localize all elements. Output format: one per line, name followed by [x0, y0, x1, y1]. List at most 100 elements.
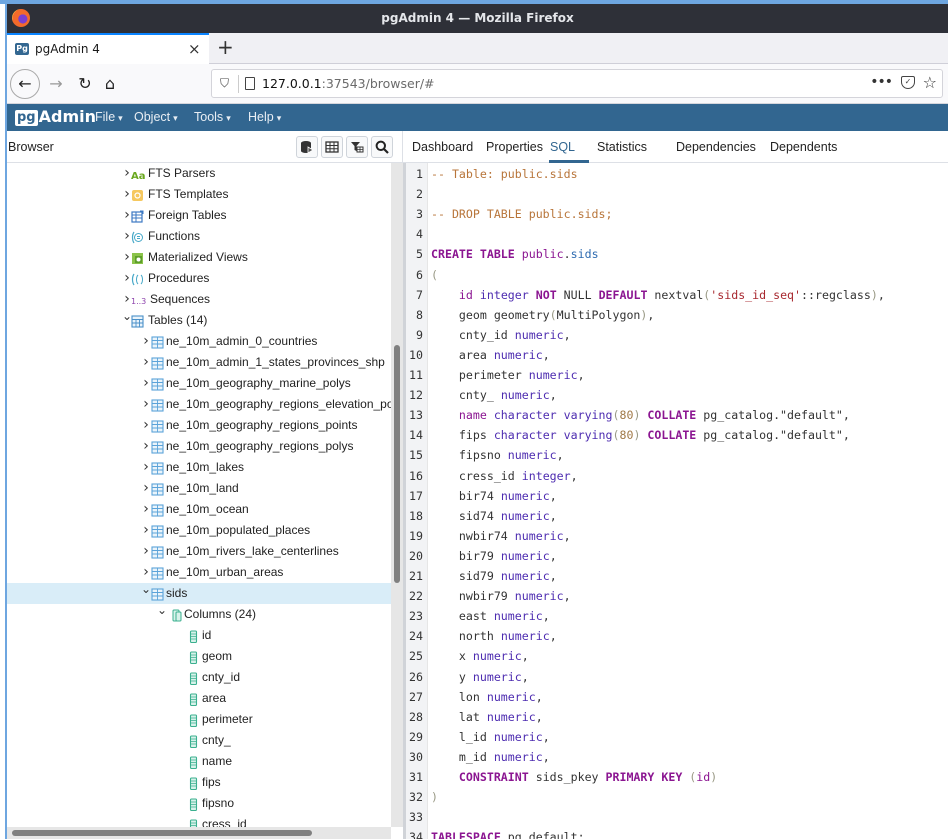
- tree-node[interactable]: › Procedures: [7, 268, 391, 289]
- code-line[interactable]: 18 sid74 numeric,: [403, 506, 948, 526]
- code-line[interactable]: 31 CONSTRAINT sids_pkey PRIMARY KEY (id): [403, 767, 948, 787]
- tree-node[interactable]: › ne_10m_geography_regions_elevation_poin…: [7, 394, 391, 415]
- chevron-right-icon[interactable]: ›: [141, 373, 151, 394]
- tree-node[interactable]: fipsno: [7, 793, 391, 814]
- code-line[interactable]: 9 cnty_id numeric,: [403, 325, 948, 345]
- code-line[interactable]: 5 CREATE TABLE public.sids: [403, 244, 948, 264]
- tree-node[interactable]: › ne_10m_geography_regions_polys: [7, 436, 391, 457]
- code-line[interactable]: 12 cnty_ numeric,: [403, 385, 948, 405]
- code-line[interactable]: 6(: [403, 265, 948, 285]
- pgadmin-logo[interactable]: pg Admin: [15, 108, 96, 126]
- code-line[interactable]: 8 geom geometry(MultiPolygon),: [403, 305, 948, 325]
- tree-node[interactable]: ⌄ sids: [7, 582, 391, 604]
- tree-node[interactable]: › ne_10m_geography_regions_points: [7, 415, 391, 436]
- tree-node[interactable]: › ne_10m_ocean: [7, 499, 391, 520]
- tree-node[interactable]: cnty_id: [7, 667, 391, 688]
- tree-node[interactable]: › Functions: [7, 226, 391, 247]
- chevron-right-icon[interactable]: ›: [141, 541, 151, 562]
- url-bar[interactable]: ⛉ 127.0.0.1:37543/browser/# ••• ✓ ☆: [211, 69, 943, 98]
- tab-dashboard[interactable]: Dashboard: [412, 140, 473, 154]
- code-line[interactable]: 32): [403, 787, 948, 807]
- chevron-right-icon[interactable]: ›: [141, 478, 151, 499]
- code-line[interactable]: 7 id integer NOT NULL DEFAULT nextval('s…: [403, 285, 948, 305]
- code-line[interactable]: 30 m_id numeric,: [403, 747, 948, 767]
- code-line[interactable]: 3 -- DROP TABLE public.sids;: [403, 204, 948, 224]
- code-line[interactable]: 10 area numeric,: [403, 345, 948, 365]
- tree-node[interactable]: › ne_10m_populated_places: [7, 520, 391, 541]
- code-line[interactable]: 15 fipsno numeric,: [403, 445, 948, 465]
- new-tab-button[interactable]: +: [217, 35, 234, 59]
- tree-node[interactable]: › ne_10m_urban_areas: [7, 562, 391, 583]
- tree-node[interactable]: fips: [7, 772, 391, 793]
- tree-horizontal-scrollbar-thumb[interactable]: [12, 830, 312, 836]
- tree-vertical-scrollbar-thumb[interactable]: [394, 345, 400, 583]
- code-line[interactable]: 4: [403, 224, 948, 244]
- tab-dependencies[interactable]: Dependencies: [676, 140, 756, 154]
- tree-node[interactable]: perimeter: [7, 709, 391, 730]
- code-line[interactable]: 14 fips character varying(80) COLLATE pg…: [403, 425, 948, 445]
- chevron-right-icon[interactable]: ›: [141, 499, 151, 520]
- back-button[interactable]: ←: [10, 69, 40, 99]
- tab-sql[interactable]: SQL: [550, 140, 575, 154]
- tree-node[interactable]: › Materialized Views: [7, 247, 391, 268]
- tree-vertical-scrollbar[interactable]: [391, 163, 403, 827]
- code-line[interactable]: 34 TABLESPACE pg_default;: [403, 827, 948, 839]
- tree-node[interactable]: ⌄ Tables (14): [7, 309, 391, 331]
- code-line[interactable]: 24 north numeric,: [403, 626, 948, 646]
- tree-node[interactable]: › FTS Templates: [7, 184, 391, 205]
- tree-node[interactable]: geom: [7, 646, 391, 667]
- tree-node[interactable]: id: [7, 625, 391, 646]
- tree-node[interactable]: name: [7, 751, 391, 772]
- tree-node[interactable]: ⌄ Columns (24): [7, 603, 391, 625]
- search-objects-button[interactable]: [371, 136, 393, 158]
- view-data-button[interactable]: [321, 136, 343, 158]
- chevron-right-icon[interactable]: ›: [141, 331, 151, 352]
- chevron-right-icon[interactable]: ›: [141, 520, 151, 541]
- filtered-rows-button[interactable]: [346, 136, 368, 158]
- page-actions-more-icon[interactable]: •••: [870, 74, 893, 90]
- code-line[interactable]: 13 name character varying(80) COLLATE pg…: [403, 405, 948, 425]
- chevron-right-icon[interactable]: ›: [141, 415, 151, 436]
- menu-tools[interactable]: Tools ▾: [194, 110, 231, 124]
- tree-node[interactable]: › ne_10m_rivers_lake_centerlines: [7, 541, 391, 562]
- code-line[interactable]: 1 -- Table: public.sids: [403, 164, 948, 184]
- chevron-right-icon[interactable]: ›: [141, 436, 151, 457]
- chevron-right-icon[interactable]: ›: [141, 394, 151, 415]
- tree-node[interactable]: › Foreign Tables: [7, 205, 391, 226]
- browser-tab-pgadmin[interactable]: Pg pgAdmin 4 ×: [7, 33, 209, 64]
- page-info-icon[interactable]: [245, 77, 255, 90]
- code-line[interactable]: 21 sid79 numeric,: [403, 566, 948, 586]
- tree-node[interactable]: › Aa FTS Parsers: [7, 163, 391, 184]
- code-line[interactable]: 19 nwbir74 numeric,: [403, 526, 948, 546]
- tree-node[interactable]: area: [7, 688, 391, 709]
- menu-help[interactable]: Help ▾: [248, 110, 281, 124]
- code-line[interactable]: 17 bir74 numeric,: [403, 486, 948, 506]
- menu-file[interactable]: File ▾: [95, 110, 123, 124]
- tree-horizontal-scrollbar[interactable]: [7, 827, 391, 839]
- tracking-protection-shield-icon[interactable]: ⛉: [220, 76, 229, 91]
- tree-node[interactable]: cress_id: [7, 814, 391, 827]
- chevron-down-icon[interactable]: ⌄: [141, 579, 151, 600]
- tree-node[interactable]: › ne_10m_lakes: [7, 457, 391, 478]
- tab-statistics[interactable]: Statistics: [597, 140, 647, 154]
- tree-node[interactable]: cnty_: [7, 730, 391, 751]
- bookmark-star-icon[interactable]: ☆: [923, 73, 937, 92]
- forward-button[interactable]: →: [44, 72, 68, 96]
- code-line[interactable]: 26 y numeric,: [403, 667, 948, 687]
- tab-dependents[interactable]: Dependents: [770, 140, 837, 154]
- tree-node[interactable]: › ne_10m_admin_1_states_provinces_shp: [7, 352, 391, 373]
- url-text[interactable]: 127.0.0.1:37543/browser/#: [262, 76, 435, 91]
- code-line[interactable]: 27 lon numeric,: [403, 687, 948, 707]
- tab-properties[interactable]: Properties: [486, 140, 543, 154]
- code-line[interactable]: 22 nwbir79 numeric,: [403, 586, 948, 606]
- code-line[interactable]: 20 bir79 numeric,: [403, 546, 948, 566]
- pocket-icon[interactable]: ✓: [901, 76, 915, 89]
- chevron-right-icon[interactable]: ›: [141, 457, 151, 478]
- code-line[interactable]: 33: [403, 807, 948, 827]
- chevron-right-icon[interactable]: ›: [141, 352, 151, 373]
- tree-node[interactable]: › ne_10m_land: [7, 478, 391, 499]
- close-tab-icon[interactable]: ×: [188, 40, 201, 58]
- menu-object[interactable]: Object ▾: [134, 110, 178, 124]
- tree-node[interactable]: › ne_10m_geography_marine_polys: [7, 373, 391, 394]
- code-line[interactable]: 25 x numeric,: [403, 646, 948, 666]
